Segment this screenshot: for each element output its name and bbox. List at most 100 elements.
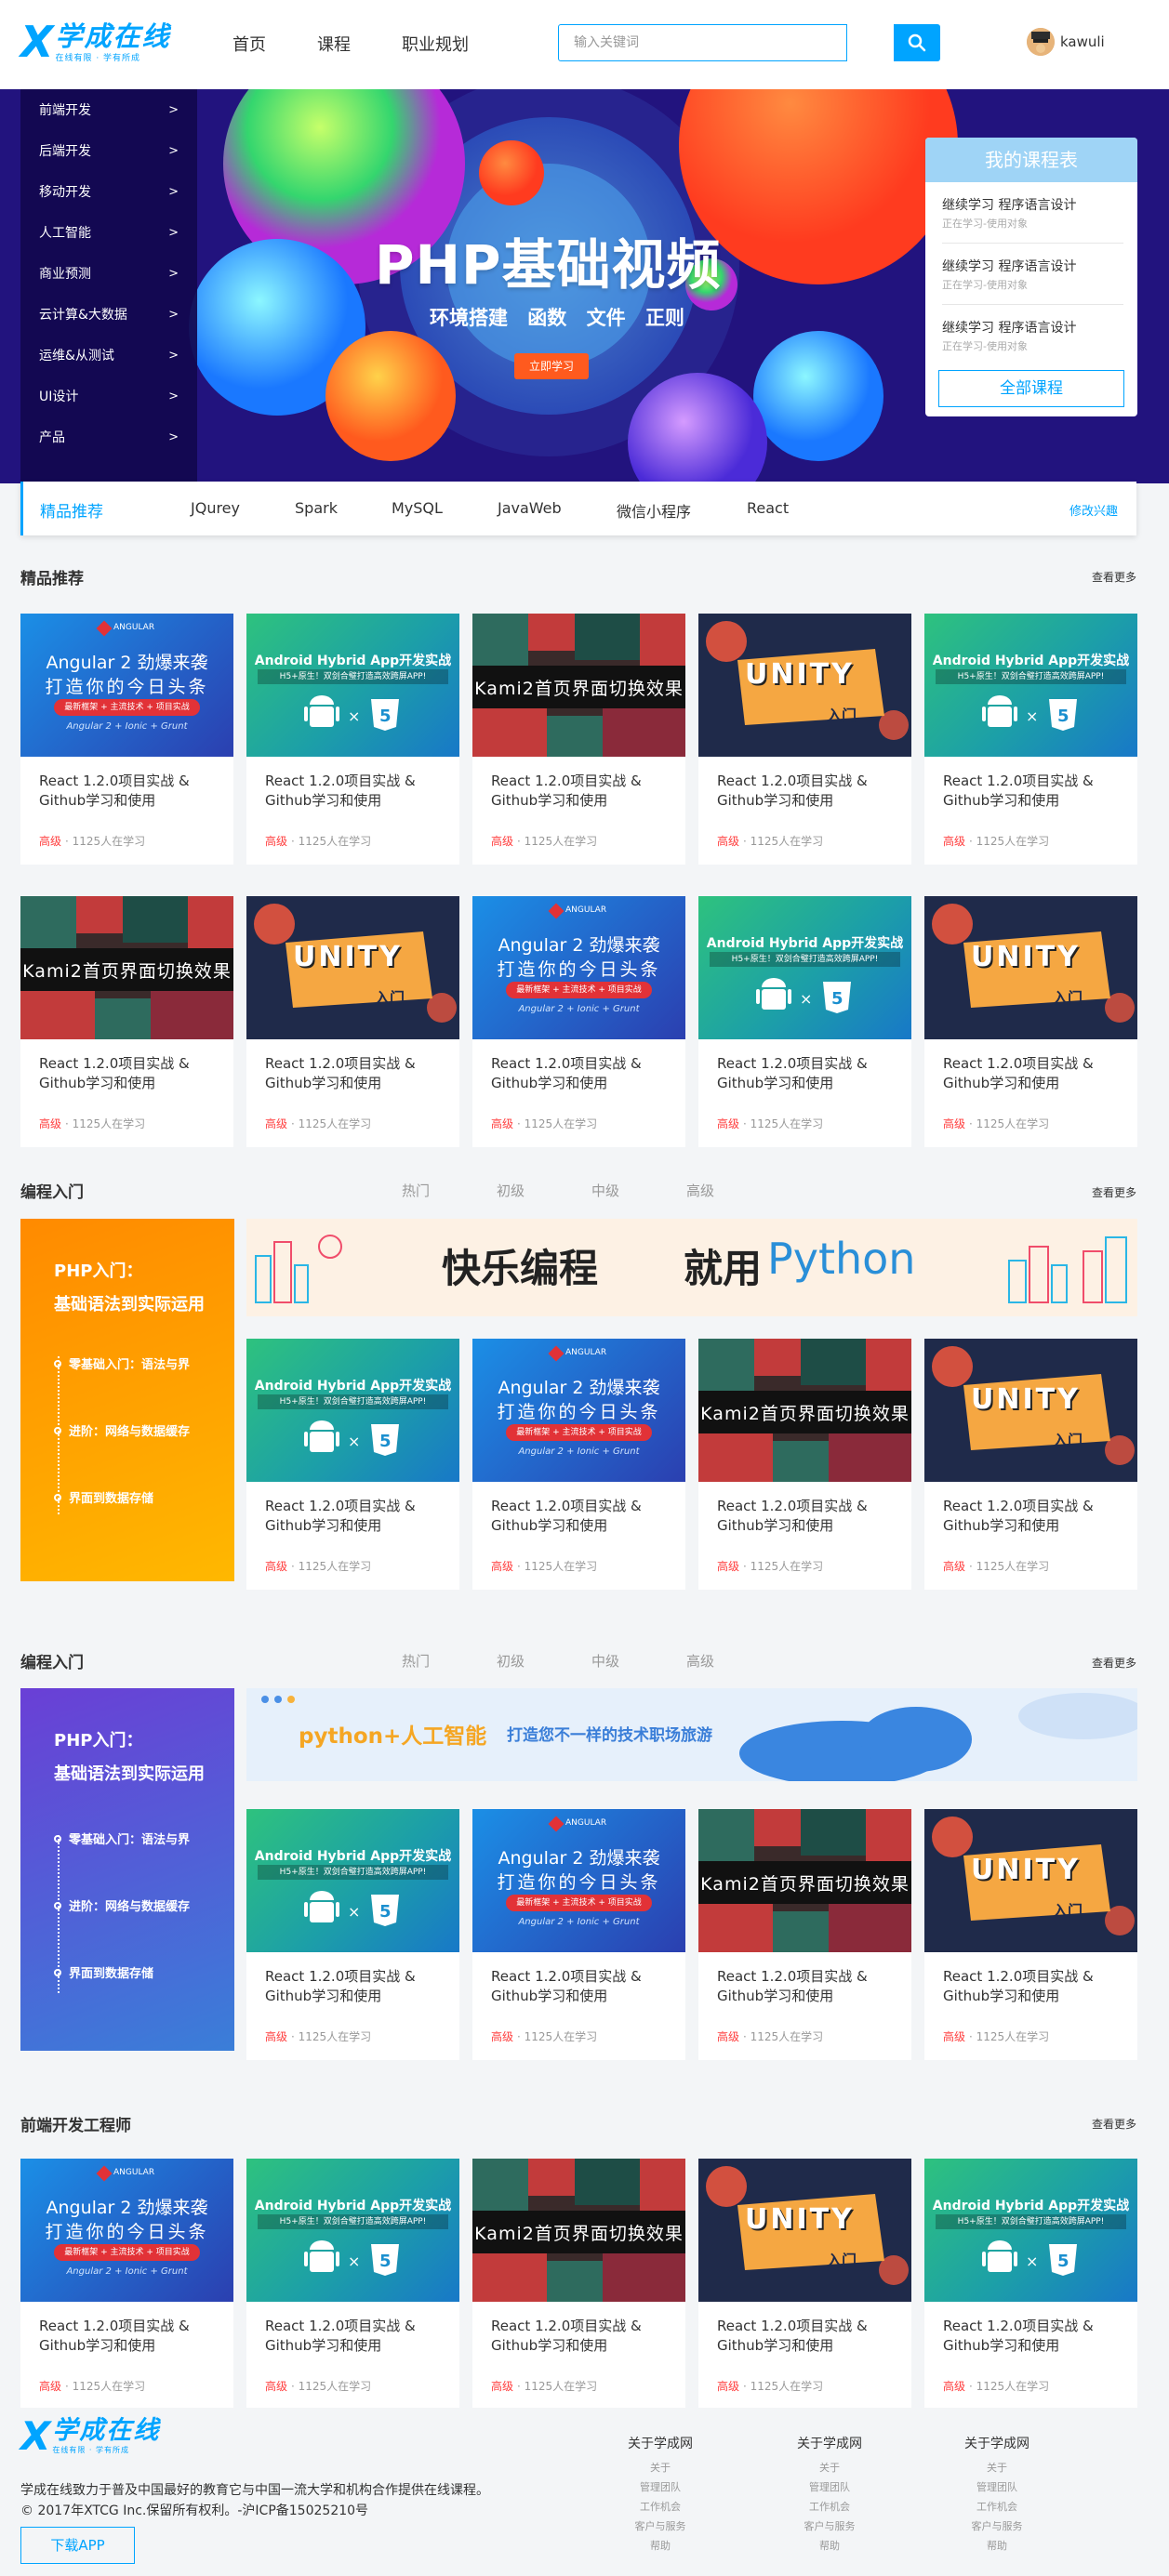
user-avatar[interactable] [1027, 28, 1055, 56]
search-button[interactable] [894, 24, 940, 61]
tag-link[interactable]: Spark [295, 499, 338, 517]
tab-beginner[interactable]: 初级 [497, 1651, 525, 1671]
footer-link[interactable]: 工作机会 [950, 2497, 1043, 2517]
course-card[interactable]: ANGULAR Angular 2 劲爆来袭 打造你的今日头条 最新框架 + 主… [20, 2159, 233, 2410]
footer-link[interactable]: 管理团队 [783, 2477, 876, 2497]
course-thumbnail[interactable]: UNITY 入门 [924, 896, 1137, 1039]
course-title[interactable]: React 1.2.0项目实战 & Github学习和使用 [943, 772, 1129, 811]
course-title[interactable]: React 1.2.0项目实战 & Github学习和使用 [265, 2317, 451, 2356]
footer-link[interactable]: 帮助 [950, 2536, 1043, 2556]
course-thumbnail[interactable]: Android Hybrid App开发实战 H5+原生！双剑合璧打造高效跨屏A… [246, 1339, 459, 1482]
course-title[interactable]: React 1.2.0项目实战 & Github学习和使用 [717, 1967, 903, 2006]
course-thumbnail[interactable]: UNITY 入门 [698, 2159, 911, 2302]
course-title[interactable]: React 1.2.0项目实战 & Github学习和使用 [265, 1497, 451, 1536]
course-thumbnail[interactable]: Kami2首页界面切换效果 [472, 614, 685, 757]
course-thumbnail[interactable]: UNITY 入门 [924, 1809, 1137, 1952]
view-more-link[interactable]: 查看更多 [1092, 2116, 1136, 2132]
tag-link[interactable]: React [747, 499, 789, 517]
course-card[interactable]: Kami2首页界面切换效果 React 1.2.0项目实战 & Github学习… [472, 2159, 685, 2410]
footer-link[interactable]: 帮助 [783, 2536, 876, 2556]
footer-link[interactable]: 管理团队 [950, 2477, 1043, 2497]
course-thumbnail[interactable]: Android Hybrid App开发实战 H5+原生！双剑合璧打造高效跨屏A… [924, 2159, 1137, 2302]
category-item[interactable]: 运维&从测试 > [39, 335, 197, 376]
username[interactable]: kawuli [1060, 33, 1105, 50]
course-title[interactable]: React 1.2.0项目实战 & Github学习和使用 [491, 1967, 677, 2006]
category-item[interactable]: 人工智能 > [39, 212, 197, 253]
nav-home[interactable]: 首页 [232, 32, 266, 56]
course-thumbnail[interactable]: Android Hybrid App开发实战 H5+原生！双剑合璧打造高效跨屏A… [924, 614, 1137, 757]
course-thumbnail[interactable]: UNITY 入门 [246, 896, 459, 1039]
view-more-link[interactable]: 查看更多 [1092, 569, 1136, 585]
view-more-link[interactable]: 查看更多 [1092, 1655, 1136, 1671]
course-card[interactable]: Kami2首页界面切换效果 React 1.2.0项目实战 & Github学习… [698, 1339, 911, 1590]
footer-link[interactable]: 工作机会 [783, 2497, 876, 2517]
promo-python-ai[interactable]: python+人工智能 打造您不一样的技术职场旅游 [246, 1688, 1137, 1781]
site-logo[interactable]: X 学成在线 在线有限 · 学有所成 [20, 17, 170, 67]
course-thumbnail[interactable]: UNITY 入门 [924, 1339, 1137, 1482]
footer-link[interactable]: 关于 [614, 2458, 707, 2477]
course-card[interactable]: UNITY 入门 React 1.2.0项目实战 & Github学习和使用 高… [698, 614, 911, 865]
course-card[interactable]: Android Hybrid App开发实战 H5+原生！双剑合璧打造高效跨屏A… [246, 614, 459, 865]
course-thumbnail[interactable]: Android Hybrid App开发实战 H5+原生！双剑合璧打造高效跨屏A… [698, 896, 911, 1039]
my-course-item[interactable]: 继续学习 程序语言设计 正在学习-使用对象 [942, 244, 1123, 305]
course-card[interactable]: Android Hybrid App开发实战 H5+原生！双剑合璧打造高效跨屏A… [924, 614, 1137, 865]
course-card[interactable]: ANGULAR Angular 2 劲爆来袭 打造你的今日头条 最新框架 + 主… [472, 896, 685, 1147]
course-title[interactable]: React 1.2.0项目实战 & Github学习和使用 [39, 772, 225, 811]
course-title[interactable]: React 1.2.0项目实战 & Github学习和使用 [717, 2317, 903, 2356]
course-thumbnail[interactable]: Kami2首页界面切换效果 [698, 1339, 911, 1482]
my-course-item[interactable]: 继续学习 程序语言设计 正在学习-使用对象 [942, 182, 1123, 244]
category-item[interactable]: 前端开发 > [39, 89, 197, 130]
category-item[interactable]: 商业预测 > [39, 253, 197, 294]
course-card[interactable]: ANGULAR Angular 2 劲爆来袭 打造你的今日头条 最新框架 + 主… [472, 1339, 685, 1590]
course-title[interactable]: React 1.2.0项目实战 & Github学习和使用 [717, 1054, 903, 1093]
course-thumbnail[interactable]: ANGULAR Angular 2 劲爆来袭 打造你的今日头条 最新框架 + 主… [472, 1339, 685, 1482]
category-item[interactable]: 产品 > [39, 416, 197, 457]
footer-link[interactable]: 关于 [783, 2458, 876, 2477]
course-thumbnail[interactable]: Android Hybrid App开发实战 H5+原生！双剑合璧打造高效跨屏A… [246, 2159, 459, 2302]
course-card[interactable]: ANGULAR Angular 2 劲爆来袭 打造你的今日头条 最新框架 + 主… [20, 614, 233, 865]
footer-link[interactable]: 帮助 [614, 2536, 707, 2556]
course-thumbnail[interactable]: ANGULAR Angular 2 劲爆来袭 打造你的今日头条 最新框架 + 主… [472, 896, 685, 1039]
course-thumbnail[interactable]: Kami2首页界面切换效果 [698, 1809, 911, 1952]
download-app-button[interactable]: 下载APP [20, 2527, 135, 2564]
course-card[interactable]: ANGULAR Angular 2 劲爆来袭 打造你的今日头条 最新框架 + 主… [472, 1809, 685, 2060]
course-card[interactable]: UNITY 入门 React 1.2.0项目实战 & Github学习和使用 高… [924, 1809, 1137, 2060]
course-card[interactable]: Android Hybrid App开发实战 H5+原生！双剑合璧打造高效跨屏A… [246, 2159, 459, 2410]
nav-career[interactable]: 职业规划 [402, 32, 469, 56]
tab-advanced[interactable]: 高级 [686, 1181, 714, 1200]
course-title[interactable]: React 1.2.0项目实战 & Github学习和使用 [491, 772, 677, 811]
footer-link[interactable]: 关于 [950, 2458, 1043, 2477]
course-thumbnail[interactable]: ANGULAR Angular 2 劲爆来袭 打造你的今日头条 最新框架 + 主… [20, 614, 233, 757]
category-item[interactable]: UI设计 > [39, 376, 197, 416]
search-input[interactable] [558, 24, 847, 61]
course-thumbnail[interactable]: Kami2首页界面切换效果 [472, 2159, 685, 2302]
course-title[interactable]: React 1.2.0项目实战 & Github学习和使用 [943, 1497, 1129, 1536]
course-title[interactable]: React 1.2.0项目实战 & Github学习和使用 [943, 1967, 1129, 2006]
course-thumbnail[interactable]: ANGULAR Angular 2 劲爆来袭 打造你的今日头条 最新框架 + 主… [20, 2159, 233, 2302]
course-title[interactable]: React 1.2.0项目实战 & Github学习和使用 [265, 1967, 451, 2006]
promo-python[interactable]: 快乐编程 就用 Python [246, 1219, 1137, 1316]
all-courses-button[interactable]: 全部课程 [938, 370, 1124, 407]
course-thumbnail[interactable]: Android Hybrid App开发实战 H5+原生！双剑合璧打造高效跨屏A… [246, 1809, 459, 1952]
course-title[interactable]: React 1.2.0项目实战 & Github学习和使用 [491, 1497, 677, 1536]
course-title[interactable]: React 1.2.0项目实战 & Github学习和使用 [717, 772, 903, 811]
category-item[interactable]: 后端开发 > [39, 130, 197, 171]
course-card[interactable]: Kami2首页界面切换效果 React 1.2.0项目实战 & Github学习… [698, 1809, 911, 2060]
promo-side-php[interactable]: PHP入门： 基础语法到实际运用 零基础入门：语法与界 进阶：网络与数据缓存 界… [20, 1688, 234, 2051]
tag-link[interactable]: MySQL [392, 499, 443, 517]
learn-now-button[interactable]: 立即学习 [514, 353, 589, 379]
nav-courses[interactable]: 课程 [317, 32, 351, 56]
footer-logo[interactable]: X 学成在线 在线有限 · 学有所成 [20, 2413, 160, 2459]
course-title[interactable]: React 1.2.0项目实战 & Github学习和使用 [491, 1054, 677, 1093]
footer-link[interactable]: 客户与服务 [950, 2517, 1043, 2536]
category-item[interactable]: 移动开发 > [39, 171, 197, 212]
my-course-item[interactable]: 继续学习 程序语言设计 正在学习-使用对象 [942, 305, 1123, 366]
tab-advanced[interactable]: 高级 [686, 1651, 714, 1671]
tab-intermediate[interactable]: 中级 [591, 1181, 619, 1200]
course-thumbnail[interactable]: Android Hybrid App开发实战 H5+原生！双剑合璧打造高效跨屏A… [246, 614, 459, 757]
course-title[interactable]: React 1.2.0项目实战 & Github学习和使用 [265, 772, 451, 811]
course-thumbnail[interactable]: UNITY 入门 [698, 614, 911, 757]
tag-link[interactable]: JQurey [191, 499, 240, 517]
tab-beginner[interactable]: 初级 [497, 1181, 525, 1200]
course-thumbnail[interactable]: ANGULAR Angular 2 劲爆来袭 打造你的今日头条 最新框架 + 主… [472, 1809, 685, 1952]
